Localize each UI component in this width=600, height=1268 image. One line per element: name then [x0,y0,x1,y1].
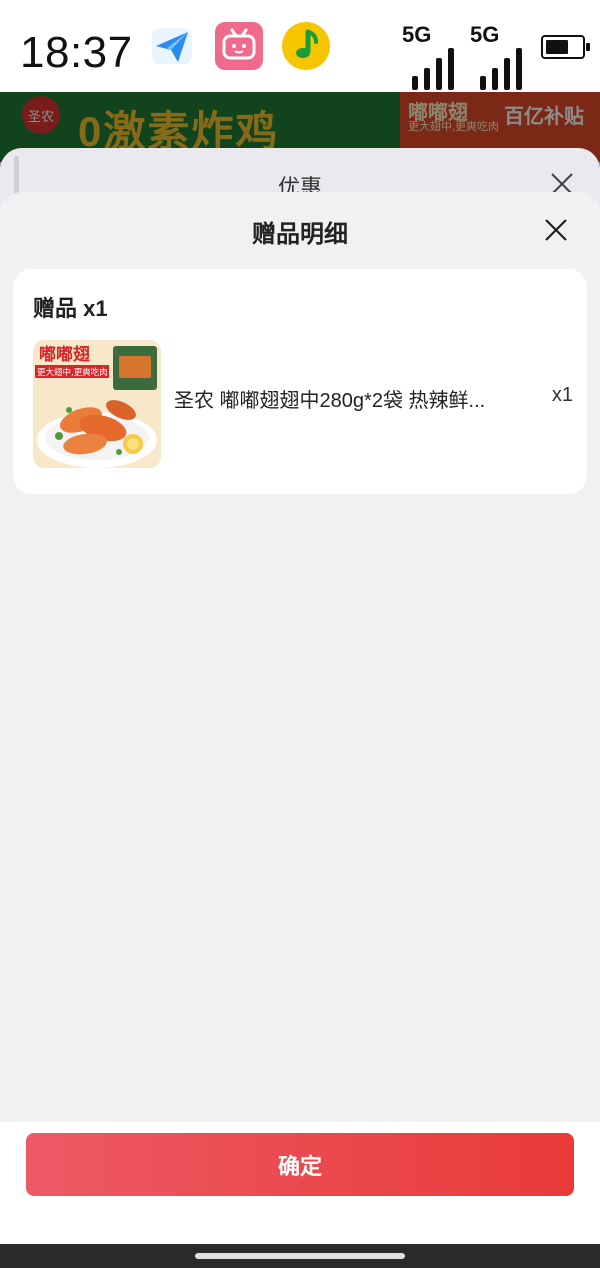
gift-quantity: x1 [551,384,573,406]
sheet-footer: 确定 [0,1122,600,1244]
sheet-header: 赠品明细 [0,192,600,268]
confirm-button[interactable]: 确定 [26,1133,574,1196]
sheet-title: 赠品明细 [252,221,348,248]
tv-app-icon [215,22,263,70]
gift-details-sheet: 赠品明细 赠品 x1 嘟嘟翅 更大翅中,更爽吃肉 圣农 嘟嘟翅翅中280g*2袋… [0,192,600,1268]
gift-card-title: 赠品 x1 [33,296,108,321]
network-type-label: 5G [470,22,500,47]
status-time: 18:37 [20,28,133,77]
signal-bars-icon [480,48,522,90]
gift-card: 赠品 x1 嘟嘟翅 更大翅中,更爽吃肉 圣农 嘟嘟翅翅中280g*2袋 热辣鲜.… [13,269,587,494]
thumbnail-slogan: 更大翅中,更爽吃肉 [37,367,108,378]
signal-bars-icon [412,48,454,90]
gift-name: 圣农 嘟嘟翅翅中280g*2袋 热辣鲜... [174,390,486,412]
paper-plane-app-icon [148,22,196,70]
product-thumbnail: 嘟嘟翅 更大翅中,更爽吃肉 [33,340,161,468]
home-indicator[interactable] [195,1253,405,1259]
thumbnail-banner: 嘟嘟翅 [39,344,90,365]
status-bar: 18:37 5G 5G [0,0,600,92]
music-app-icon [282,22,330,70]
network-type-label: 5G [402,22,432,47]
battery-icon [541,35,590,59]
system-navigation-bar [0,1244,600,1268]
gift-item[interactable]: 嘟嘟翅 更大翅中,更爽吃肉 圣农 嘟嘟翅翅中280g*2袋 热辣鲜... x1 [33,340,573,470]
close-button[interactable] [540,214,572,246]
